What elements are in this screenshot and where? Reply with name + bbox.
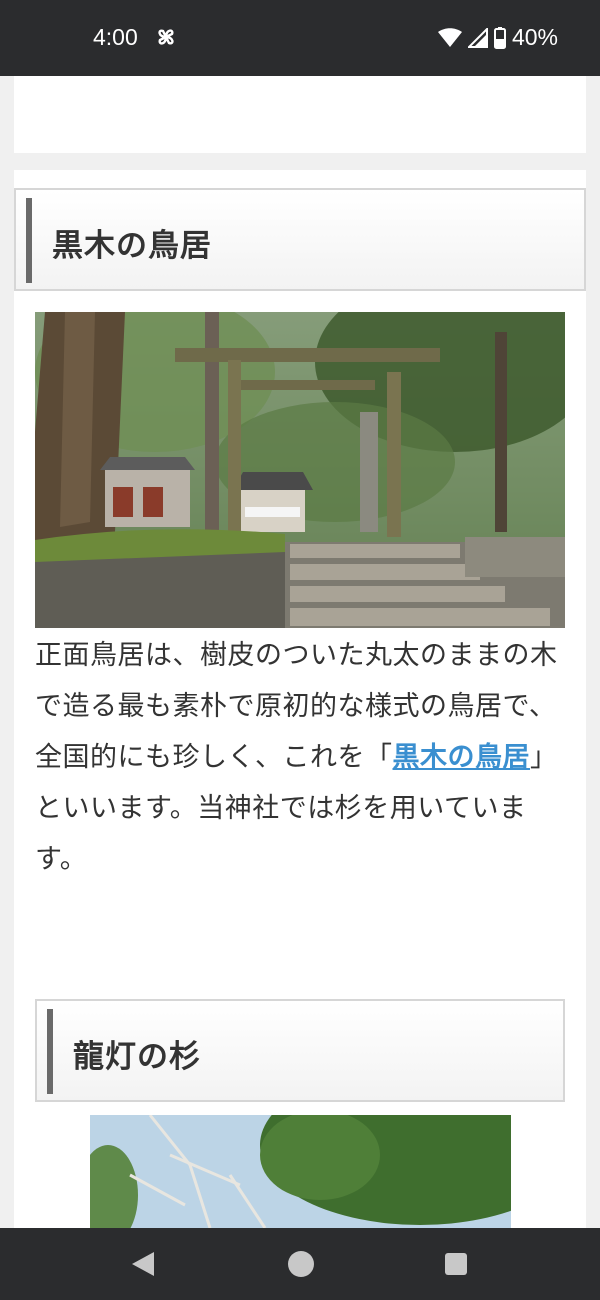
back-icon[interactable] <box>130 1250 156 1278</box>
cedar-photo <box>90 1115 511 1228</box>
home-icon[interactable] <box>287 1250 315 1278</box>
status-icons: 40% <box>437 24 558 51</box>
kuroki-torii-link[interactable]: 黒木の鳥居 <box>393 742 531 773</box>
recent-apps-icon[interactable] <box>444 1252 468 1276</box>
battery-icon <box>493 26 506 49</box>
cellular-signal-icon <box>467 27 488 48</box>
wifi-icon <box>437 27 462 47</box>
section-heading: 龍灯の杉 <box>35 999 565 1102</box>
pinwheel-icon <box>158 29 174 45</box>
section-title: 黒木の鳥居 <box>52 228 212 264</box>
torii-description: 正面鳥居は、樹皮のついた丸太のままの木で造る最も素朴で原初的な様式の鳥居で、全国… <box>35 630 565 885</box>
torii-photo <box>35 312 565 628</box>
status-time: 4:00 <box>93 24 138 50</box>
heading-accent-bar <box>47 1009 53 1094</box>
previous-card <box>14 76 586 153</box>
status-bar: 4:00 40% <box>0 0 600 76</box>
section-heading: 黒木の鳥居 <box>14 188 586 291</box>
heading-accent-bar <box>26 198 32 283</box>
section-title: 龍灯の杉 <box>73 1039 201 1075</box>
battery-percent: 40% <box>511 24 558 50</box>
